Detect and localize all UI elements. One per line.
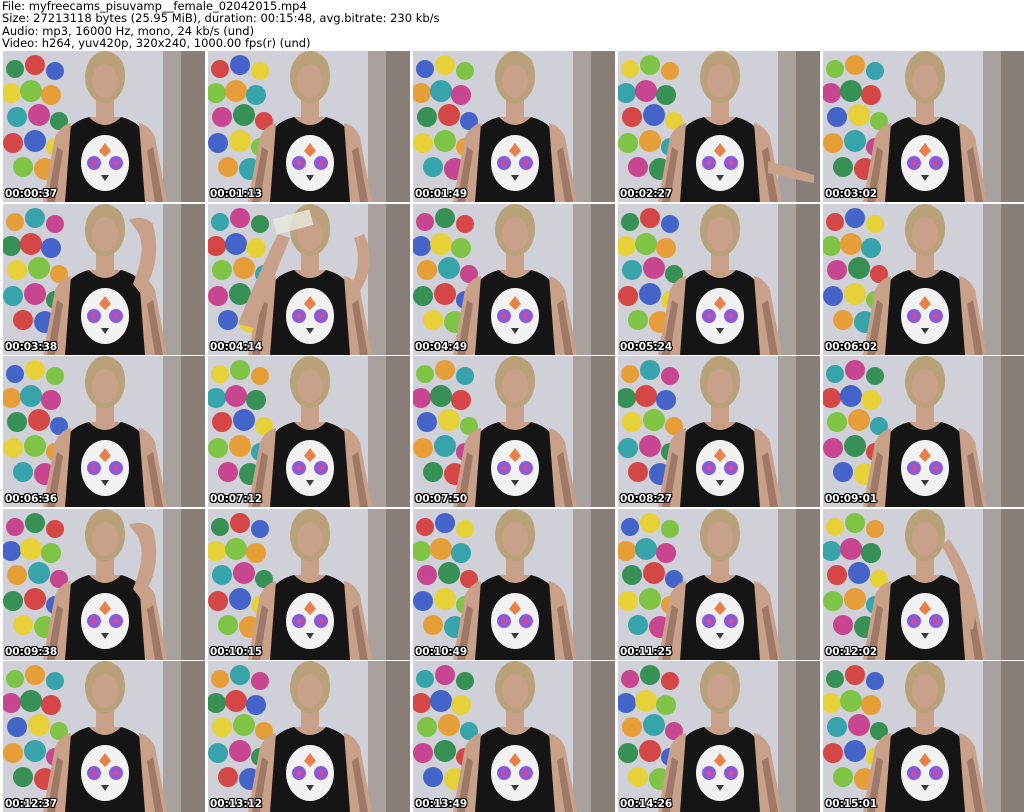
- frame-image: [413, 51, 615, 202]
- video-frame-thumbnail: 00:09:01: [823, 356, 1024, 507]
- video-frame-thumbnail: 00:01:49: [413, 51, 615, 202]
- video-frame-thumbnail: 00:06:36: [3, 356, 205, 507]
- frame-image: [618, 508, 820, 660]
- frame-timestamp: 00:13:12: [210, 798, 263, 810]
- frame-timestamp: 00:12:37: [5, 798, 58, 810]
- video-frame-thumbnail: 00:07:50: [413, 356, 615, 507]
- frame-image: [413, 508, 615, 660]
- frame-image: [618, 51, 820, 202]
- frame-image: [3, 51, 205, 202]
- frame-timestamp: 00:10:49: [415, 645, 468, 658]
- frame-timestamp: 00:12:02: [825, 645, 878, 658]
- video-frame-thumbnail: 00:12:37: [3, 661, 205, 812]
- frame-timestamp: 00:05:24: [620, 340, 673, 353]
- frame-timestamp: 00:07:50: [415, 493, 468, 505]
- frame-timestamp: 00:02:27: [620, 188, 673, 200]
- frame-timestamp: 00:14:26: [620, 798, 673, 810]
- frame-timestamp: 00:03:02: [825, 188, 878, 200]
- frame-timestamp: 00:06:02: [825, 340, 878, 353]
- video-frame-thumbnail: 00:02:27: [618, 51, 820, 202]
- frame-image: [413, 661, 615, 812]
- frame-image: [413, 203, 615, 355]
- frame-image: [3, 661, 205, 812]
- video-frame-thumbnail: 00:12:02: [823, 508, 1024, 660]
- file-size-line: Size: 27213118 bytes (25.95 MiB), durati…: [2, 11, 440, 26]
- frame-image: [208, 508, 410, 660]
- frame-image: [208, 203, 410, 355]
- frame-image: [3, 203, 205, 355]
- frame-timestamp: 00:09:01: [825, 493, 878, 505]
- frame-timestamp: 00:10:15: [210, 645, 263, 658]
- video-frame-thumbnail: 00:13:12: [208, 661, 410, 812]
- frame-image: [618, 203, 820, 355]
- frame-image: [3, 356, 205, 507]
- frame-image: [618, 661, 820, 812]
- frame-timestamp: 00:07:12: [210, 493, 263, 505]
- video-info-header: File: myfreecams_pisuvamp__female_020420…: [2, 0, 1022, 50]
- video-frame-thumbnail: 00:01:13: [208, 51, 410, 202]
- frame-timestamp: 00:04:49: [415, 340, 468, 353]
- frame-timestamp: 00:01:49: [415, 188, 468, 200]
- video-frame-thumbnail: 00:10:49: [413, 508, 615, 660]
- frame-image: [823, 356, 1024, 507]
- frame-timestamp: 00:00:37: [5, 188, 58, 200]
- video-frame-thumbnail: 00:09:38: [3, 508, 205, 660]
- frame-timestamp: 00:03:38: [5, 340, 58, 353]
- video-info-line: Video: h264, yuv420p, 320x240, 1000.00 f…: [2, 36, 311, 51]
- video-frame-thumbnail: 00:03:02: [823, 51, 1024, 202]
- video-frame-thumbnail: 00:00:37: [3, 51, 205, 202]
- frame-timestamp: 00:01:13: [210, 188, 263, 200]
- video-frame-thumbnail: 00:11:25: [618, 508, 820, 660]
- video-frame-thumbnail: 00:05:24: [618, 203, 820, 355]
- thumbnail-grid: 00:00:37 00:01:13 00:01:49 00:02:27 00:03:02…: [3, 51, 1024, 812]
- frame-timestamp: 00:15:01: [825, 798, 878, 810]
- video-frame-thumbnail: 00:04:14: [208, 203, 410, 355]
- frame-image: [208, 51, 410, 202]
- frame-image: [823, 51, 1024, 202]
- frame-image: [208, 356, 410, 507]
- video-frame-thumbnail: 00:03:38: [3, 203, 205, 355]
- frame-image: [823, 661, 1024, 812]
- frame-image: [413, 356, 615, 507]
- video-frame-thumbnail: 00:15:01: [823, 661, 1024, 812]
- frame-timestamp: 00:06:36: [5, 493, 58, 505]
- video-frame-thumbnail: 00:08:27: [618, 356, 820, 507]
- frame-image: [208, 661, 410, 812]
- frame-timestamp: 00:09:38: [5, 645, 58, 658]
- frame-timestamp: 00:11:25: [620, 645, 673, 658]
- frame-timestamp: 00:08:27: [620, 493, 673, 505]
- frame-image: [823, 203, 1024, 355]
- video-frame-thumbnail: 00:04:49: [413, 203, 615, 355]
- video-frame-thumbnail: 00:14:26: [618, 661, 820, 812]
- frame-timestamp: 00:13:49: [415, 798, 468, 810]
- video-frame-thumbnail: 00:06:02: [823, 203, 1024, 355]
- frame-image: [823, 508, 1024, 660]
- video-frame-thumbnail: 00:13:49: [413, 661, 615, 812]
- frame-timestamp: 00:04:14: [210, 340, 263, 353]
- video-frame-thumbnail: 00:07:12: [208, 356, 410, 507]
- video-frame-thumbnail: 00:10:15: [208, 508, 410, 660]
- frame-image: [3, 508, 205, 660]
- frame-image: [618, 356, 820, 507]
